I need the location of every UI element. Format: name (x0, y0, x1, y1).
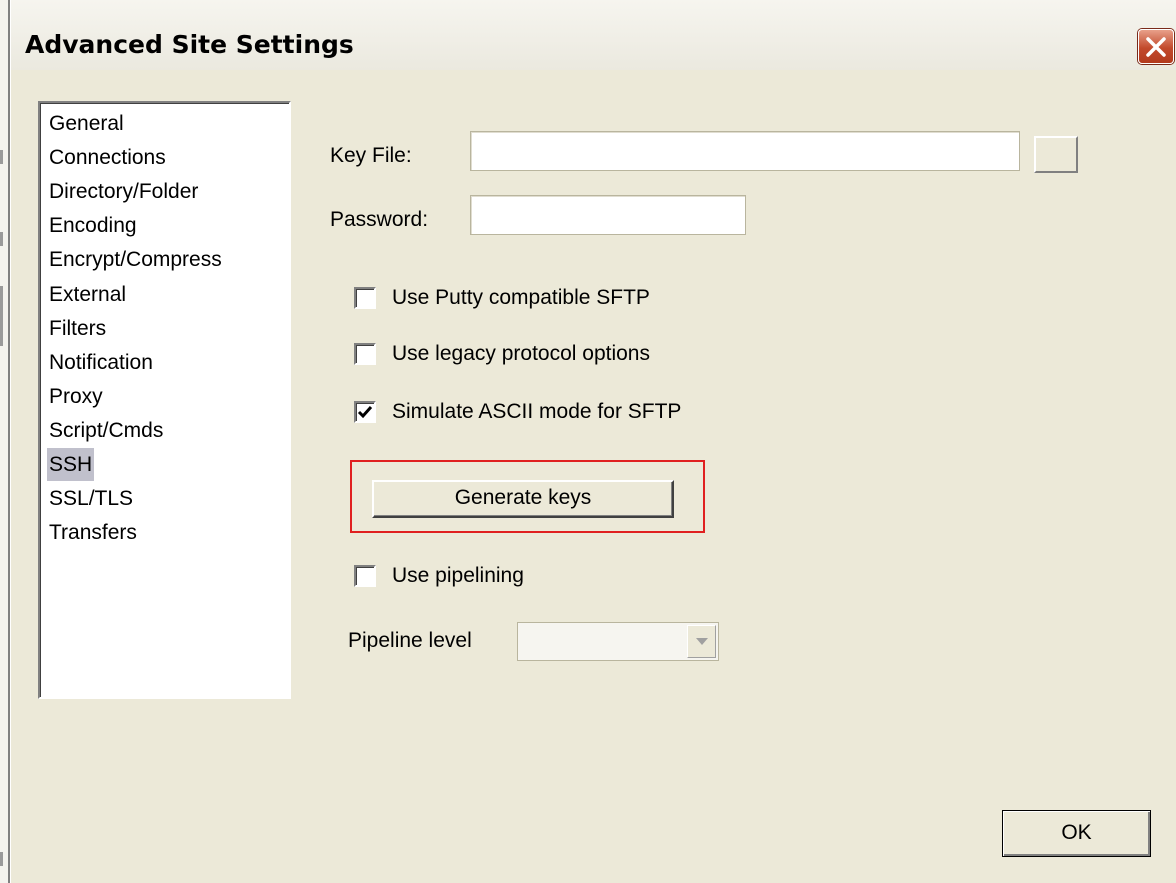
settings-category-list[interactable]: General Connections Directory/Folder Enc… (38, 101, 291, 699)
chevron-down-icon (696, 638, 708, 645)
sidebar-item-ssl-tls[interactable]: SSL/TLS (47, 482, 135, 515)
sidebar-item-connections[interactable]: Connections (47, 141, 168, 174)
background-window-edge (0, 0, 10, 883)
sidebar-item-ssh[interactable]: SSH (47, 448, 95, 481)
sidebar-item-directory-folder[interactable]: Directory/Folder (47, 175, 200, 208)
key-file-input[interactable] (470, 131, 1020, 171)
simulate-ascii-mode-checkbox[interactable]: Simulate ASCII mode for SFTP (344, 396, 681, 428)
pipeline-level-label: Pipeline level (348, 629, 472, 652)
password-input[interactable] (470, 195, 746, 235)
checkbox-unchecked[interactable] (354, 565, 376, 587)
advanced-site-settings-dialog: Advanced Site Settings General Connectio… (10, 0, 1176, 883)
legacy-protocol-options-label: Use legacy protocol options (392, 342, 650, 365)
legacy-protocol-options-checkbox[interactable]: Use legacy protocol options (344, 338, 650, 370)
pipeline-level-select[interactable] (517, 622, 719, 661)
checkbox-unchecked[interactable] (354, 287, 376, 309)
sidebar-item-transfers[interactable]: Transfers (47, 516, 139, 549)
edge-mark (0, 286, 3, 346)
sidebar-item-encrypt-compress[interactable]: Encrypt/Compress (47, 243, 224, 276)
generate-keys-button[interactable]: Generate keys (372, 480, 674, 518)
dropdown-button[interactable] (687, 625, 716, 658)
simulate-ascii-mode-label: Simulate ASCII mode for SFTP (392, 400, 682, 423)
browse-key-file-button[interactable] (1034, 136, 1078, 173)
sidebar-item-general[interactable]: General (47, 107, 126, 140)
password-label: Password: (330, 208, 429, 231)
close-button[interactable] (1138, 29, 1174, 64)
edge-mark (0, 852, 3, 866)
sidebar-item-script-cmds[interactable]: Script/Cmds (47, 414, 165, 447)
putty-compatible-sftp-checkbox[interactable]: Use Putty compatible SFTP (344, 282, 650, 314)
putty-compatible-sftp-label: Use Putty compatible SFTP (392, 286, 650, 309)
edge-mark (0, 232, 3, 246)
checkmark-icon (357, 406, 373, 419)
dialog-title: Advanced Site Settings (25, 30, 354, 59)
title-bar: Advanced Site Settings (11, 0, 1176, 70)
sidebar-item-proxy[interactable]: Proxy (47, 380, 105, 413)
sidebar-item-external[interactable]: External (47, 278, 128, 311)
use-pipelining-label: Use pipelining (392, 564, 524, 587)
sidebar-item-notification[interactable]: Notification (47, 346, 155, 379)
checkbox-unchecked[interactable] (354, 343, 376, 365)
close-icon (1146, 37, 1166, 57)
sidebar-item-encoding[interactable]: Encoding (47, 209, 139, 242)
ok-button[interactable]: OK (1002, 810, 1151, 857)
checkbox-checked[interactable] (354, 401, 376, 423)
edge-mark (0, 150, 3, 164)
key-file-label: Key File: (330, 144, 412, 167)
sidebar-item-filters[interactable]: Filters (47, 312, 108, 345)
use-pipelining-checkbox[interactable]: Use pipelining (344, 560, 524, 592)
